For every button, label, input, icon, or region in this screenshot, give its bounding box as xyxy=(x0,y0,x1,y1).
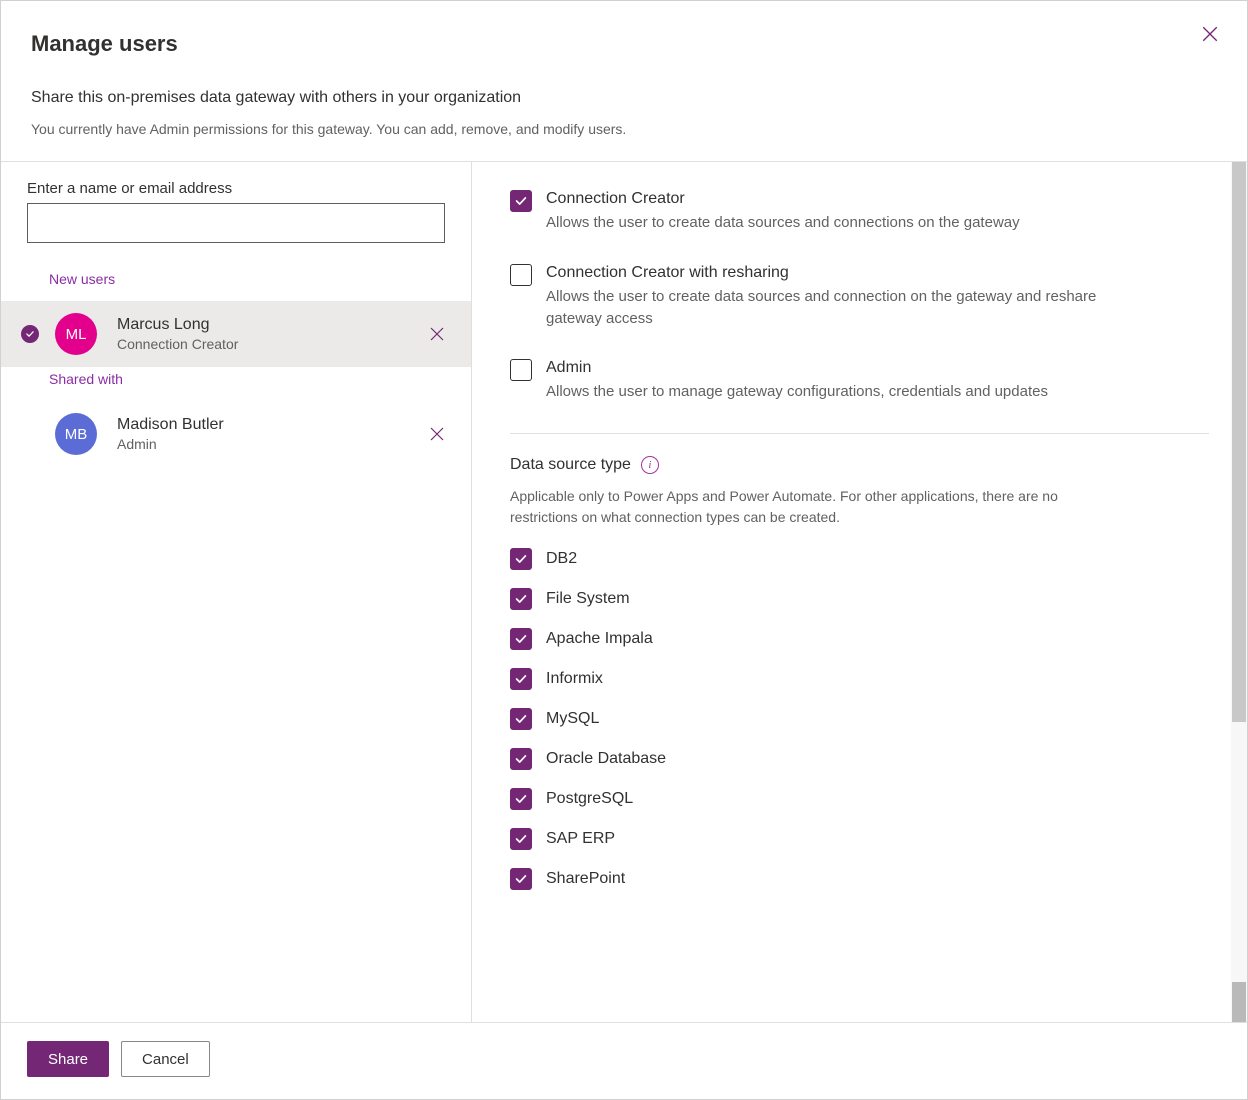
data-source-checkbox[interactable] xyxy=(510,828,532,850)
avatar: MB xyxy=(55,413,97,455)
permission-admin: Admin Allows the user to manage gateway c… xyxy=(510,359,1209,403)
selection-spacer xyxy=(21,434,39,435)
selected-check-icon xyxy=(21,325,39,343)
permission-conn_creator: Connection Creator Allows the user to cre… xyxy=(510,190,1209,234)
avatar: ML xyxy=(55,313,97,355)
data-source-checkbox[interactable] xyxy=(510,548,532,570)
scrollbar-track[interactable] xyxy=(1231,162,1247,1022)
data-source-item: DB2 xyxy=(510,548,1209,570)
close-icon[interactable] xyxy=(1201,25,1219,43)
data-source-item: Oracle Database xyxy=(510,748,1209,770)
data-source-label: MySQL xyxy=(546,710,599,728)
permission-checkbox[interactable] xyxy=(510,359,532,381)
divider xyxy=(510,433,1209,434)
permission-description: Allows the user to create data sources a… xyxy=(546,212,1020,234)
dialog-body: Enter a name or email address New users … xyxy=(1,162,1247,1022)
info-icon[interactable]: i xyxy=(641,456,659,474)
permission-text: Connection Creator with resharing Allows … xyxy=(546,264,1126,330)
user-name: Madison Butler xyxy=(117,416,224,434)
data-source-label: Informix xyxy=(546,670,603,688)
data-source-label: SAP ERP xyxy=(546,830,615,848)
data-source-item: MySQL xyxy=(510,708,1209,730)
permission-conn_creator_reshare: Connection Creator with resharing Allows … xyxy=(510,264,1209,330)
permission-label: Admin xyxy=(546,359,1048,377)
users-pane: Enter a name or email address New users … xyxy=(1,162,472,1022)
data-source-item: PostgreSQL xyxy=(510,788,1209,810)
data-source-label: Apache Impala xyxy=(546,630,653,648)
dialog-header: Manage users Share this on-premises data… xyxy=(1,1,1247,162)
remove-user-icon[interactable] xyxy=(429,426,445,442)
data-source-checkbox[interactable] xyxy=(510,668,532,690)
data-source-item: Apache Impala xyxy=(510,628,1209,650)
details-pane: Connection Creator Allows the user to cre… xyxy=(472,162,1247,1022)
data-source-checkbox[interactable] xyxy=(510,628,532,650)
share-button[interactable]: Share xyxy=(27,1041,109,1077)
data-source-item: Informix xyxy=(510,668,1209,690)
user-meta: Madison Butler Admin xyxy=(117,416,224,452)
dialog-footer: Share Cancel xyxy=(1,1022,1247,1099)
permission-text: Admin Allows the user to manage gateway c… xyxy=(546,359,1048,403)
permission-line: You currently have Admin permissions for… xyxy=(31,121,1217,137)
scrollbar-thumb[interactable] xyxy=(1232,162,1246,722)
remove-user-icon[interactable] xyxy=(429,326,445,342)
section-new-users: New users xyxy=(1,267,471,301)
permission-description: Allows the user to manage gateway config… xyxy=(546,381,1048,403)
permission-text: Connection Creator Allows the user to cre… xyxy=(546,190,1020,234)
user-role: Connection Creator xyxy=(117,336,238,352)
data-source-label: File System xyxy=(546,590,630,608)
user-row-new[interactable]: ML Marcus Long Connection Creator xyxy=(1,301,471,367)
user-role: Admin xyxy=(117,436,224,452)
data-source-checkbox[interactable] xyxy=(510,748,532,770)
permission-label: Connection Creator xyxy=(546,190,1020,208)
data-source-checkbox[interactable] xyxy=(510,788,532,810)
data-source-label: PostgreSQL xyxy=(546,790,633,808)
data-source-item: SAP ERP xyxy=(510,828,1209,850)
permission-checkbox[interactable] xyxy=(510,190,532,212)
section-shared-with: Shared with xyxy=(1,367,471,401)
user-name: Marcus Long xyxy=(117,316,238,334)
data-source-label: Oracle Database xyxy=(546,750,666,768)
permission-label: Connection Creator with resharing xyxy=(546,264,1126,282)
data-source-label: DB2 xyxy=(546,550,577,568)
data-source-checkbox[interactable] xyxy=(510,708,532,730)
cancel-button[interactable]: Cancel xyxy=(121,1041,210,1077)
dialog-title: Manage users xyxy=(31,31,1217,57)
permission-description: Allows the user to create data sources a… xyxy=(546,286,1126,330)
permission-checkbox[interactable] xyxy=(510,264,532,286)
name-input-label: Enter a name or email address xyxy=(1,180,471,203)
user-meta: Marcus Long Connection Creator xyxy=(117,316,238,352)
data-source-note: Applicable only to Power Apps and Power … xyxy=(510,486,1110,528)
data-source-item: File System xyxy=(510,588,1209,610)
scrollbar-thumb-lower[interactable] xyxy=(1232,982,1246,1022)
name-input[interactable] xyxy=(27,203,445,243)
user-row-shared[interactable]: MB Madison Butler Admin xyxy=(1,401,471,467)
data-source-checkbox[interactable] xyxy=(510,588,532,610)
data-source-label: SharePoint xyxy=(546,870,625,888)
data-source-heading: Data source type xyxy=(510,456,631,474)
data-source-checkbox[interactable] xyxy=(510,868,532,890)
data-source-header: Data source type i xyxy=(510,456,1209,474)
data-source-item: SharePoint xyxy=(510,868,1209,890)
dialog-subtitle: Share this on-premises data gateway with… xyxy=(31,89,1217,107)
